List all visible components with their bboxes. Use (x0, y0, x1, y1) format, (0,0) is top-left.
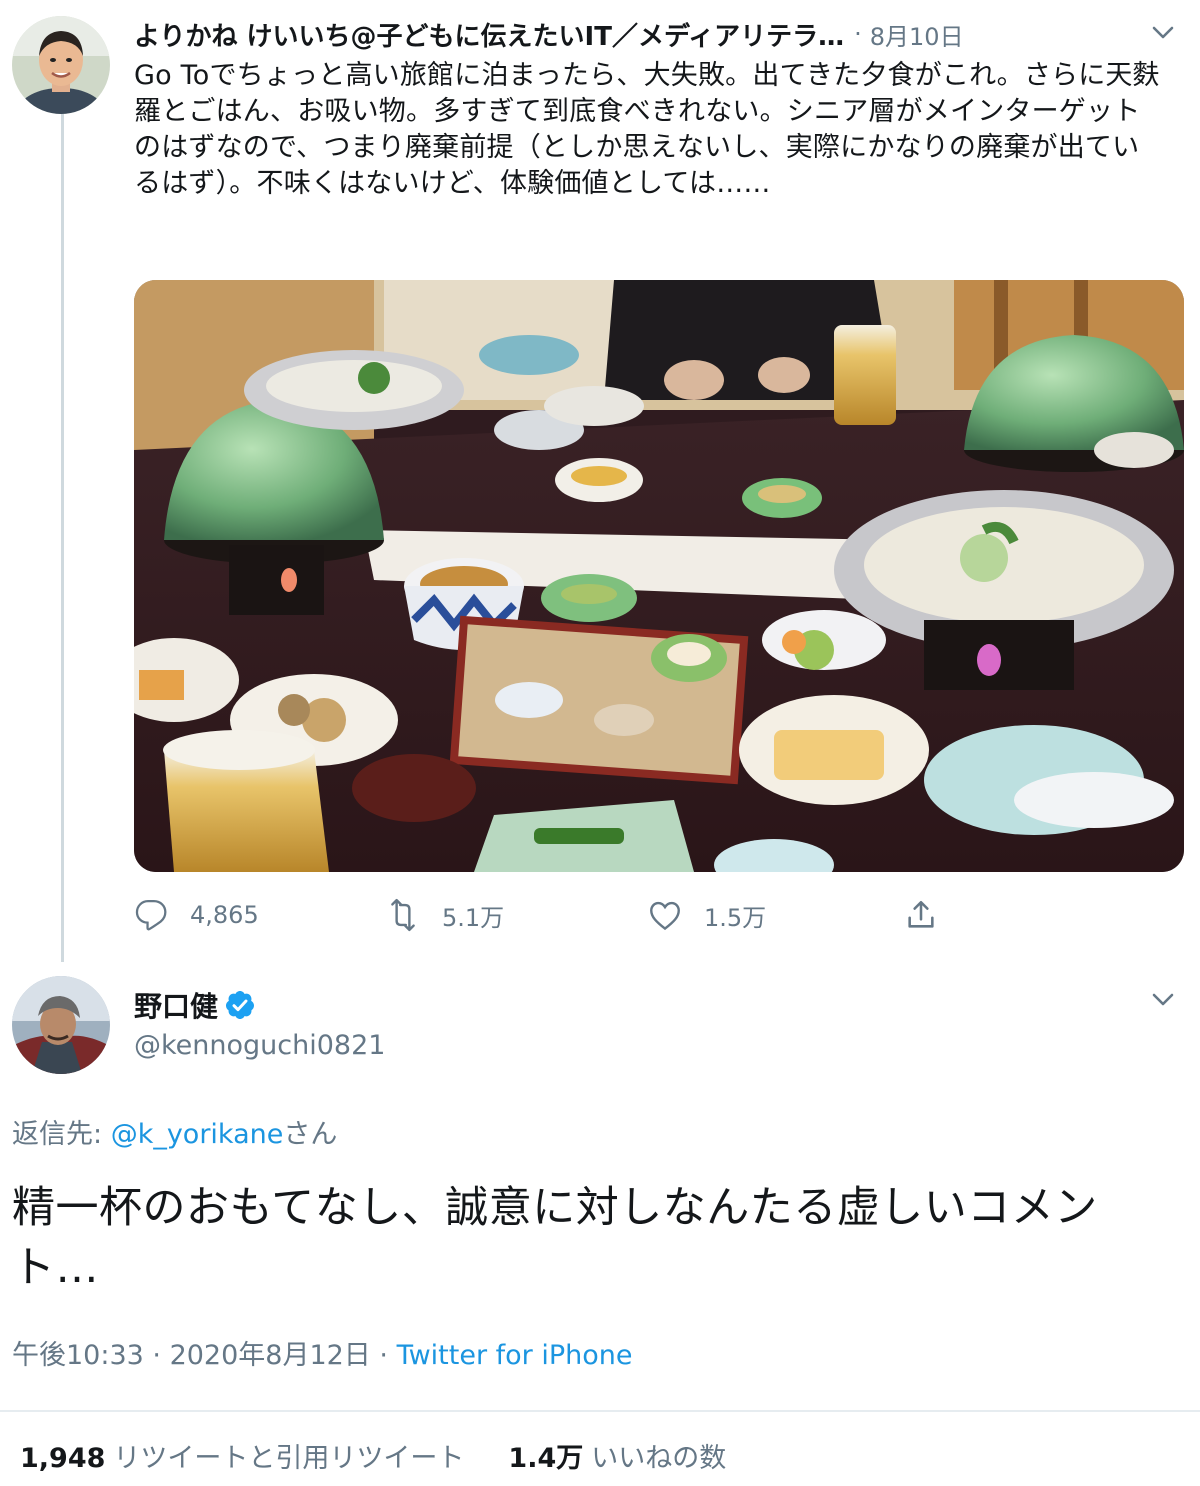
reply-to-suffix: さん (283, 1119, 338, 1150)
reply-action[interactable]: 4,865 (134, 893, 259, 937)
avatar[interactable] (12, 16, 110, 114)
retweet-stat-label: リツイートと引用リツイート (113, 1443, 465, 1474)
share-action[interactable] (904, 893, 960, 937)
author-name[interactable]: 野口健 (134, 985, 218, 1025)
like-icon (650, 901, 680, 931)
chevron-down-icon[interactable] (1148, 17, 1178, 47)
tweet-source-link[interactable]: Twitter for iPhone (397, 1340, 633, 1371)
reply-mention-link[interactable]: @k_yorikane (111, 1119, 284, 1150)
thread-connector-line (61, 112, 64, 962)
tweet-text: 精一杯のおもてなし、誠意に対しなんたる虚しいコメント… (12, 1183, 1098, 1293)
tweet-date[interactable]: 8月10日 (870, 17, 964, 52)
meta-separator: · (370, 1340, 397, 1371)
header-separator: · (854, 20, 862, 48)
like-stat[interactable]: 1.4万 いいねの数 (508, 1436, 726, 1475)
divider (0, 1410, 1200, 1412)
tweet-photo[interactable] (134, 280, 1184, 872)
tweet-date[interactable]: 2020年8月12日 (170, 1340, 371, 1371)
dinner-photo-illustration (134, 280, 1184, 872)
share-icon (908, 900, 934, 928)
tweet-time[interactable]: 午後10:33 (12, 1340, 144, 1371)
reply-context: 返信先: @k_yorikaneさん (12, 1112, 337, 1151)
reply-count: 4,865 (190, 901, 259, 929)
tweet-meta: 午後10:33 · 2020年8月12日 · Twitter for iPhon… (12, 1333, 632, 1372)
avatar-photo (12, 16, 110, 114)
verified-badge-icon (226, 991, 255, 1019)
avatar-photo (12, 976, 110, 1074)
chevron-down-icon[interactable] (1148, 984, 1178, 1014)
author-name[interactable]: よりかね けいいち@子どもに伝えたいIT／メディアリテラ… (134, 16, 844, 53)
meta-separator: · (143, 1340, 170, 1371)
like-stat-count: 1.4万 (508, 1443, 584, 1474)
author-handle[interactable]: @kennoguchi0821 (134, 1030, 385, 1061)
tweet-stats: 1,948 リツイートと引用リツイート 1.4万 いいねの数 (20, 1436, 726, 1475)
like-stat-label: いいねの数 (591, 1443, 727, 1474)
retweet-count: 5.1万 (442, 903, 505, 932)
retweet-action[interactable]: 5.1万 (386, 893, 504, 937)
tweet-text: Go Toでちょっと高い旅館に泊まったら、大失敗。出てきた夕食がこれ。さらに天麩… (134, 60, 1160, 199)
like-count: 1.5万 (704, 903, 767, 932)
tweet-actions: 4,865 5.1万 1.5万 (134, 893, 994, 937)
avatar[interactable] (12, 976, 110, 1074)
reply-icon (135, 900, 167, 931)
retweet-icon (391, 898, 415, 932)
tweet-header: よりかね けいいち@子どもに伝えたいIT／メディアリテラ… · 8月10日 (134, 14, 1180, 54)
retweet-stat[interactable]: 1,948 リツイートと引用リツイート (20, 1436, 464, 1475)
author-name-row: 野口健 (134, 985, 256, 1025)
retweet-stat-count: 1,948 (20, 1443, 106, 1474)
reply-to-label: 返信先: (12, 1119, 111, 1150)
like-action[interactable]: 1.5万 (648, 893, 766, 937)
